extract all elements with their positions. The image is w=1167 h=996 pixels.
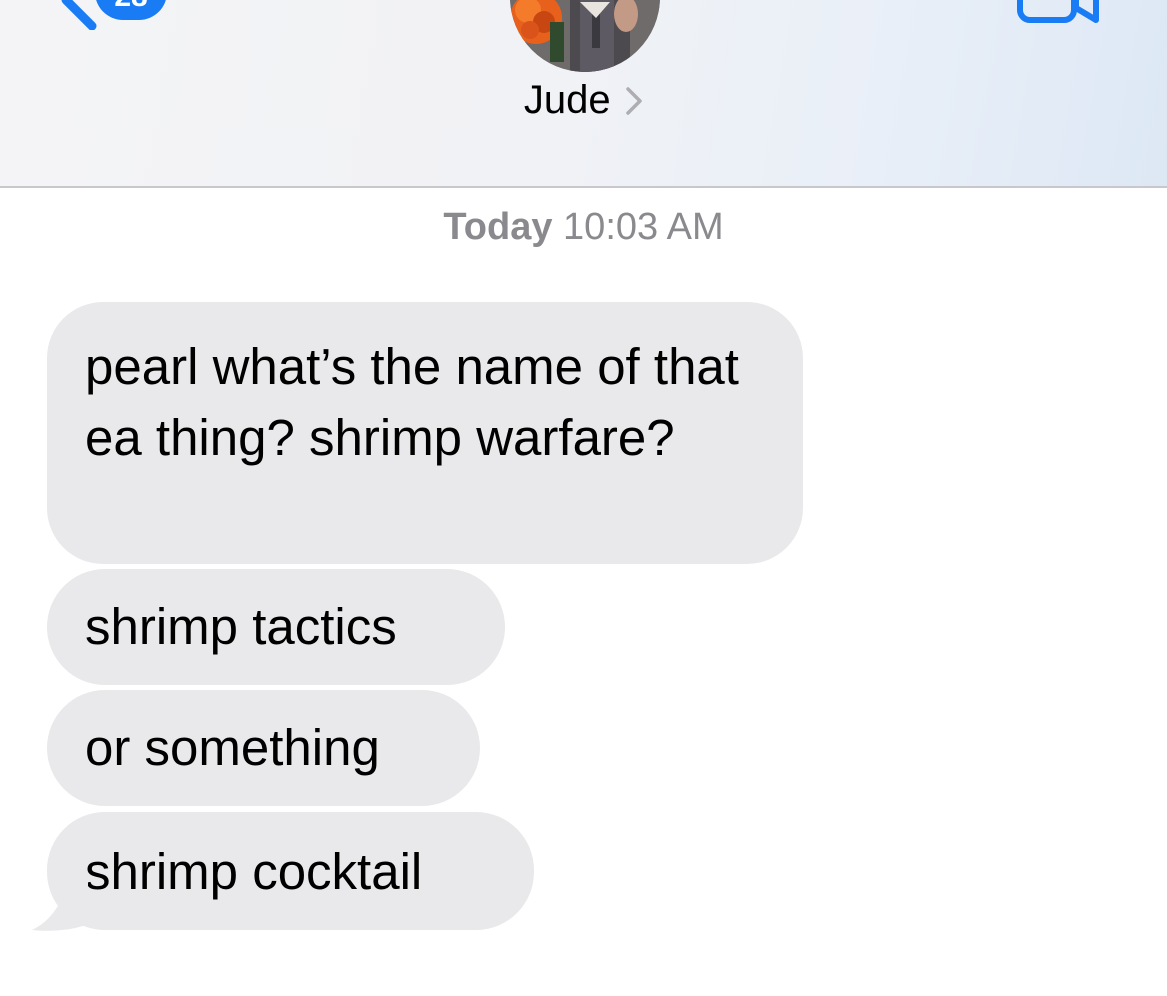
timestamp-time: 10:03 AM — [563, 206, 724, 248]
chevron-right-icon — [626, 86, 642, 115]
video-camera-icon[interactable] — [1014, 0, 1100, 26]
messages-conversation-screen: 28 Jude — [0, 0, 1167, 996]
contact-avatar[interactable] — [510, 0, 660, 72]
incoming-message-bubble[interactable]: or something — [47, 690, 480, 806]
chevron-left-icon[interactable] — [44, 0, 104, 30]
timestamp-day: Today — [443, 206, 553, 248]
conversation-header: 28 Jude — [0, 0, 1167, 188]
message-timestamp: Today 10:03 AM — [0, 206, 1167, 249]
contact-name-button[interactable]: Jude — [0, 78, 1167, 128]
unread-count-badge[interactable]: 28 — [95, 0, 167, 20]
message-bubble-tail — [32, 880, 88, 931]
incoming-message-bubble[interactable]: shrimp tactics — [47, 569, 505, 685]
incoming-message-bubble[interactable]: pearl what’s the name of that ea thing? … — [47, 302, 803, 564]
incoming-message-bubble[interactable]: shrimp cocktail — [47, 812, 534, 930]
contact-name: Jude — [523, 78, 611, 122]
